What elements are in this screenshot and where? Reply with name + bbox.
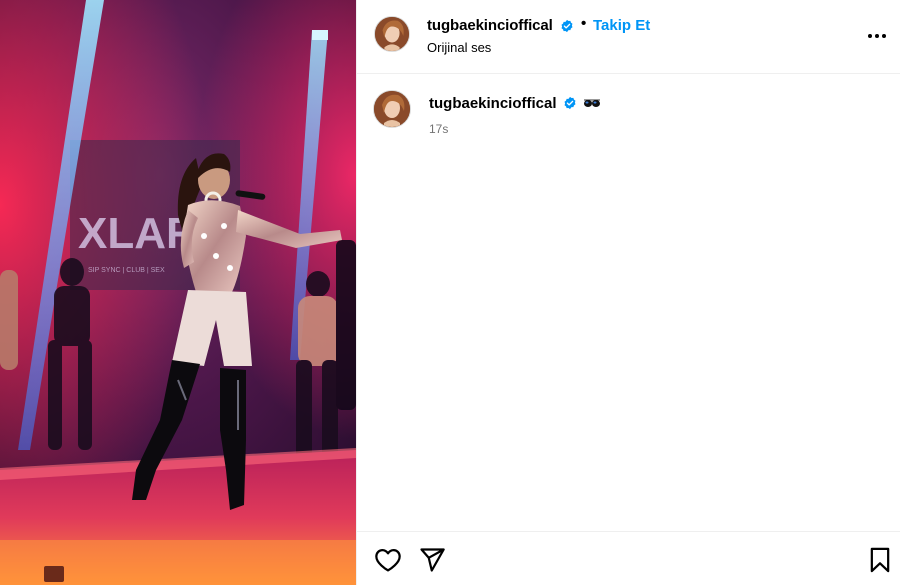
author-username[interactable]: tugbaekincioffical [427, 17, 553, 34]
follow-button[interactable]: Takip Et [593, 17, 650, 34]
bookmark-icon [870, 547, 890, 573]
audio-label[interactable]: Orijinal ses [427, 40, 491, 55]
concert-stage-image: XLARG SIP SYNC | CLUB | SEX [0, 0, 356, 585]
share-button[interactable] [418, 546, 446, 574]
post-action-bar [357, 531, 900, 585]
avatar-portrait-icon [375, 17, 409, 51]
post-timestamp[interactable]: 17s [429, 122, 448, 136]
caption-username[interactable]: tugbaekincioffical [429, 95, 557, 112]
stage-sign-subtext: SIP SYNC | CLUB | SEX [88, 267, 165, 274]
post-details-panel: tugbaekincioffical • Takip Et Orijinal s… [356, 0, 900, 585]
header-separator: • [581, 15, 587, 32]
caption-author-avatar[interactable] [373, 90, 411, 128]
avatar-portrait-icon [374, 91, 410, 127]
verified-badge-icon [564, 96, 576, 110]
heart-icon [375, 548, 401, 572]
post-header: tugbaekincioffical • Takip Et Orijinal s… [357, 0, 900, 74]
more-horizontal-icon [868, 34, 886, 38]
post-media-video[interactable]: XLARG SIP SYNC | CLUB | SEX [0, 0, 356, 585]
author-avatar[interactable] [374, 16, 410, 52]
paper-plane-icon [420, 548, 445, 572]
post-viewer: XLARG SIP SYNC | CLUB | SEX tugbaekincio… [0, 0, 900, 585]
save-button[interactable] [866, 546, 894, 574]
like-button[interactable] [374, 546, 402, 574]
more-options-button[interactable] [865, 24, 889, 48]
verified-badge-icon [561, 19, 573, 33]
sunglasses-emoji-icon [584, 99, 600, 107]
